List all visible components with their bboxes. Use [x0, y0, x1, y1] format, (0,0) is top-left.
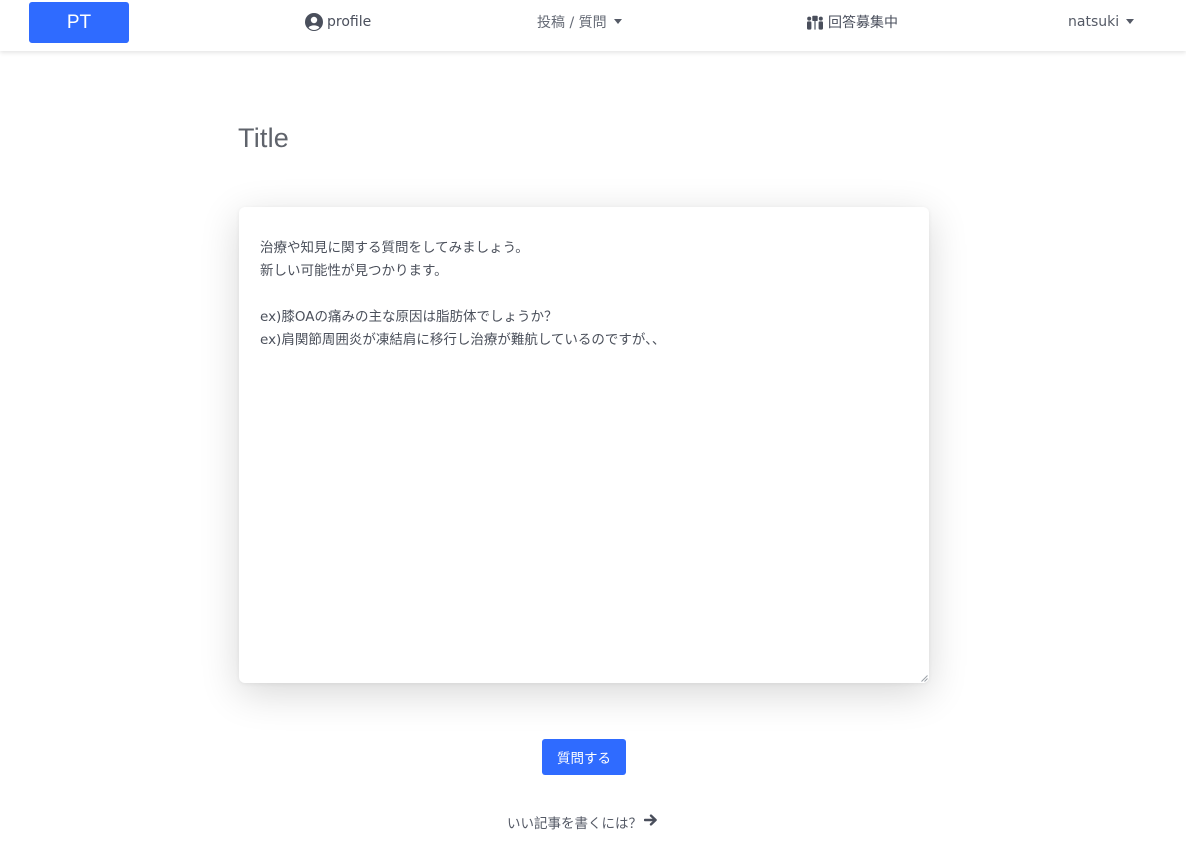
- people-help-icon: [806, 15, 824, 30]
- chevron-down-icon: [613, 18, 622, 24]
- editor-line: 新しい可能性が見つかります。: [260, 263, 448, 279]
- nav-profile-link[interactable]: profile: [305, 10, 371, 34]
- nav-post-dropdown[interactable]: 投稿 / 質問: [537, 10, 622, 34]
- nav-profile-label: profile: [327, 14, 372, 30]
- resize-grip-icon[interactable]: [921, 675, 928, 682]
- editor-line: ex)膝OAの痛みの主な原因は脂肪体でしょうか？: [260, 309, 558, 325]
- editor-line: ex)肩関節周囲炎が凍結肩に移行し治療が難航しているのですが、、: [260, 332, 666, 348]
- chevron-down-icon: [1126, 18, 1135, 24]
- title-input[interactable]: Title: [238, 123, 289, 154]
- nav-open-questions-label: 回答募集中: [828, 15, 898, 31]
- top-navbar: PT profile 投稿 / 質問 回答募集中 natsuki: [0, 0, 1186, 51]
- nav-user-label: natsuki: [1068, 14, 1120, 30]
- arrow-right-icon: [642, 814, 658, 830]
- editor-line: 治療や知見に関する質問をしてみましょう。: [260, 240, 529, 256]
- user-circle-icon: [305, 13, 323, 31]
- brand-logo-button[interactable]: PT: [29, 2, 129, 43]
- submit-question-button[interactable]: 質問する: [542, 739, 626, 775]
- brand-label: PT: [66, 11, 92, 33]
- writing-guide-link[interactable]: いい記事を書くには？: [507, 811, 658, 833]
- writing-guide-label: いい記事を書くには？: [507, 816, 642, 832]
- nav-user-dropdown[interactable]: natsuki: [1068, 10, 1135, 34]
- question-body-textarea[interactable]: 治療や知見に関する質問をしてみましょう。 新しい可能性が見つかります。 ex)膝…: [239, 207, 929, 683]
- nav-post-label: 投稿 / 質問: [537, 15, 607, 31]
- nav-open-questions-link[interactable]: 回答募集中: [806, 10, 898, 34]
